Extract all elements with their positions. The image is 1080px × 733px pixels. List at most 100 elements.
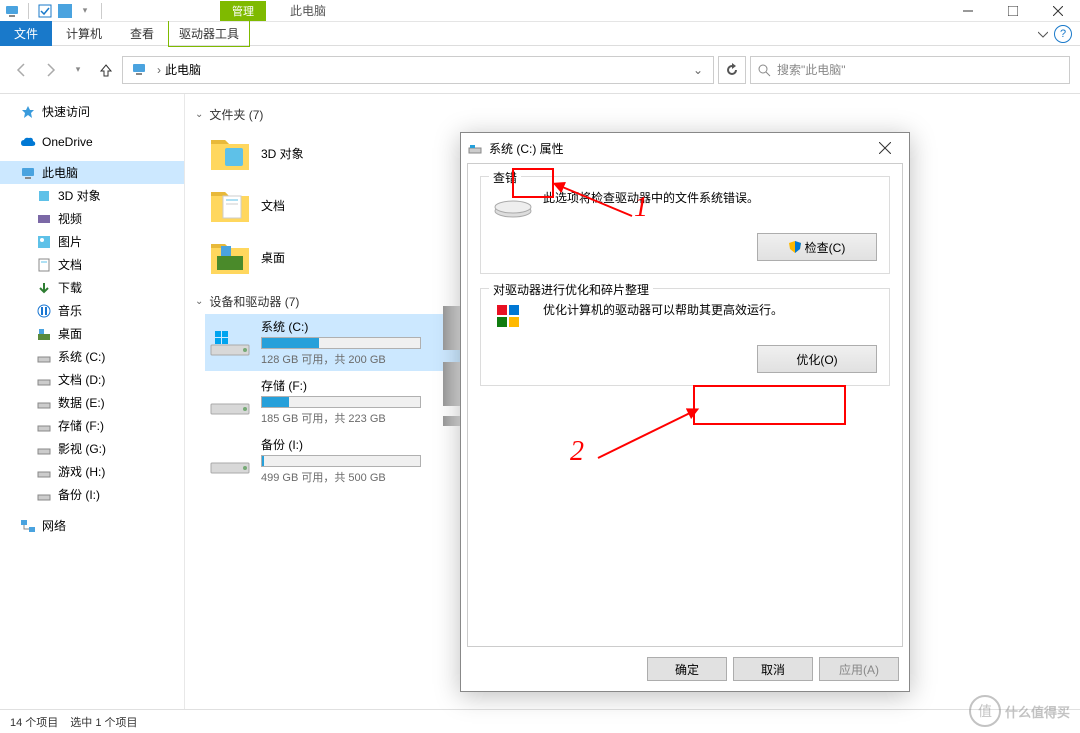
fieldset-check: 查错 此选项将检查驱动器中的文件系统错误。 检查(C) [480,176,890,274]
sidebar-item[interactable]: 3D 对象 [0,184,184,207]
sidebar-item[interactable]: 文档 [0,253,184,276]
minimize-button[interactable] [945,0,990,22]
sidebar-item[interactable]: 音乐 [0,299,184,322]
sidebar-item-label: 视频 [58,210,82,227]
sidebar-item-label: 文档 (D:) [58,371,105,388]
sidebar-item-label: 3D 对象 [58,187,101,204]
check-button[interactable]: 检查(C) [757,233,877,261]
back-button[interactable] [10,58,34,82]
search-input[interactable]: 搜索"此电脑" [750,56,1070,84]
fieldset-legend: 查错 [489,169,521,186]
search-placeholder: 搜索"此电脑" [777,61,846,78]
breadcrumb-dropdown-icon[interactable]: ⌄ [687,63,709,77]
folder-icon [209,236,251,278]
drive-icon [467,140,483,156]
cloud-icon [20,134,36,150]
sidebar-item[interactable]: 下载 [0,276,184,299]
sidebar-item[interactable]: 视频 [0,207,184,230]
folder-item[interactable]: 文档 [205,179,445,231]
ok-button[interactable]: 确定 [647,657,727,681]
checkbox-icon[interactable] [37,3,53,19]
sidebar-item[interactable]: 影视 (G:) [0,437,184,460]
sidebar-item-label: 桌面 [58,325,82,342]
divider [28,3,29,19]
sidebar-this-pc[interactable]: 此电脑 [0,161,184,184]
watermark-badge: 值 [969,695,1001,727]
app-icon [57,3,73,19]
sidebar-item[interactable]: 文档 (D:) [0,368,184,391]
drive-item[interactable]: 备份 (I:)499 GB 可用，共 500 GB [205,432,465,489]
context-tab-manage: 管理 [220,1,266,21]
sidebar-onedrive[interactable]: OneDrive [0,131,184,153]
drive-shadow [443,416,461,426]
recent-dropdown[interactable]: ▾ [66,58,90,82]
maximize-button[interactable] [990,0,1035,22]
tab-drive-tools[interactable]: 驱动器工具 [168,21,250,47]
watermark: 值 什么值得买 [969,695,1070,727]
tab-view[interactable]: 查看 [116,21,168,46]
tab-computer[interactable]: 计算机 [52,21,116,46]
drive-item[interactable]: 系统 (C:)128 GB 可用，共 200 GB [205,314,465,371]
ribbon: 文件 计算机 查看 驱动器工具 ? [0,22,1080,46]
sidebar-item[interactable]: 系统 (C:) [0,345,184,368]
cancel-button[interactable]: 取消 [733,657,813,681]
dialog-close-button[interactable] [867,136,903,160]
folder-label: 3D 对象 [261,145,304,162]
forward-button[interactable] [38,58,62,82]
help-icon[interactable]: ? [1054,25,1072,43]
drive-shadow [443,362,461,406]
sidebar-item[interactable]: 备份 (I:) [0,483,184,506]
item-icon [36,441,52,457]
item-icon [36,395,52,411]
sidebar-item-label: 下载 [58,279,82,296]
item-icon [36,211,52,227]
sidebar-network[interactable]: 网络 [0,514,184,537]
sidebar-quick-access[interactable]: 快速访问 [0,100,184,123]
check-description: 此选项将检查驱动器中的文件系统错误。 [543,189,877,206]
drive-item[interactable]: 存储 (F:)185 GB 可用，共 223 GB [205,373,465,430]
folder-item[interactable]: 桌面 [205,231,445,283]
drive-usage-bar [261,455,421,467]
sidebar-item[interactable]: 数据 (E:) [0,391,184,414]
breadcrumb-location[interactable]: 此电脑 [165,61,201,78]
sidebar-item[interactable]: 桌面 [0,322,184,345]
sidebar-item[interactable]: 图片 [0,230,184,253]
status-item-count: 14 个项目 [10,714,58,730]
close-button[interactable] [1035,0,1080,22]
properties-dialog: 系统 (C:) 属性 查错 此选项将检查驱动器中的文件系统错误。 检查(C) 对… [460,132,910,692]
dialog-titlebar[interactable]: 系统 (C:) 属性 [461,133,909,163]
window-title: 此电脑 [276,2,340,19]
folder-label: 文档 [261,197,285,214]
drive-label: 备份 (I:) [261,436,461,453]
chevron-right-icon[interactable]: › [153,63,165,77]
apply-button[interactable]: 应用(A) [819,657,899,681]
qat-dropdown-icon[interactable]: ▾ [77,3,93,19]
group-folders[interactable]: ⌄ 文件夹 (7) [185,102,1080,127]
item-icon [36,349,52,365]
item-icon [36,464,52,480]
status-selected-count: 选中 1 个项目 [70,714,137,730]
chevron-down-icon: ⌄ [195,296,203,307]
sidebar-item-label: 备份 (I:) [58,486,100,503]
sidebar-item-label: 图片 [58,233,82,250]
search-icon [757,63,771,77]
folder-icon [209,184,251,226]
sidebar-item[interactable]: 存储 (F:) [0,414,184,437]
ribbon-expand-icon[interactable] [1038,29,1048,39]
sidebar-item[interactable]: 游戏 (H:) [0,460,184,483]
tab-file[interactable]: 文件 [0,21,52,46]
navigation-pane[interactable]: 快速访问 OneDrive 此电脑 3D 对象视频图片文档下载音乐桌面系统 (C… [0,94,185,709]
defrag-icon [493,301,533,331]
shield-icon [789,241,801,253]
sidebar-item-label: 存储 (F:) [58,417,104,434]
folder-item[interactable]: 3D 对象 [205,127,445,179]
divider [101,3,102,19]
breadcrumb[interactable]: › 此电脑 ⌄ [122,56,714,84]
optimize-button[interactable]: 优化(O) [757,345,877,373]
drive-icon [209,386,251,418]
up-button[interactable] [94,58,118,82]
network-icon [20,518,36,534]
drive-icon [209,327,251,359]
refresh-button[interactable] [718,56,746,84]
drive-subtext: 185 GB 可用，共 223 GB [261,410,461,426]
